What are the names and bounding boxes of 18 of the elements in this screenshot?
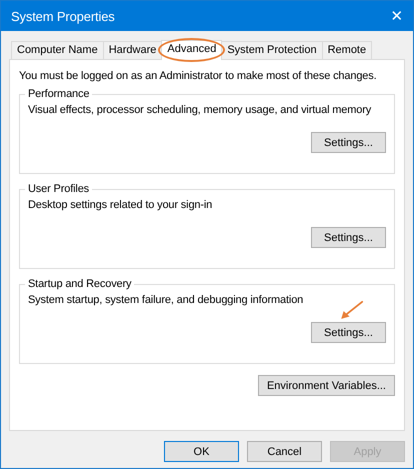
tab[interactable]: Remote: [322, 41, 372, 59]
dialog-button[interactable]: Cancel: [247, 441, 322, 462]
settings-button[interactable]: Settings...: [311, 227, 386, 248]
group-title: Performance: [27, 88, 90, 100]
tab[interactable]: Computer Name: [11, 41, 104, 59]
settings-button[interactable]: Settings...: [311, 132, 386, 153]
dialog-button[interactable]: OK: [164, 441, 239, 462]
window-title: System Properties: [11, 8, 115, 24]
group-title: User Profiles: [27, 183, 90, 195]
group-description: Visual effects, processor scheduling, memory usage, and virtual memory: [28, 104, 372, 116]
settings-button[interactable]: Settings...: [311, 322, 386, 343]
group-description: Desktop settings related to your sign-in: [28, 199, 214, 211]
environment-variables-button[interactable]: Environment Variables...: [258, 375, 395, 396]
close-button[interactable]: ✕: [381, 7, 413, 25]
group-title: Startup and Recovery: [27, 278, 132, 290]
tab[interactable]: Advanced: [161, 40, 222, 60]
group-description: System startup, system failure, and debugging information: [28, 294, 304, 306]
notice-text: You must be logged on as an Administrator to make most of these changes.: [19, 70, 378, 82]
